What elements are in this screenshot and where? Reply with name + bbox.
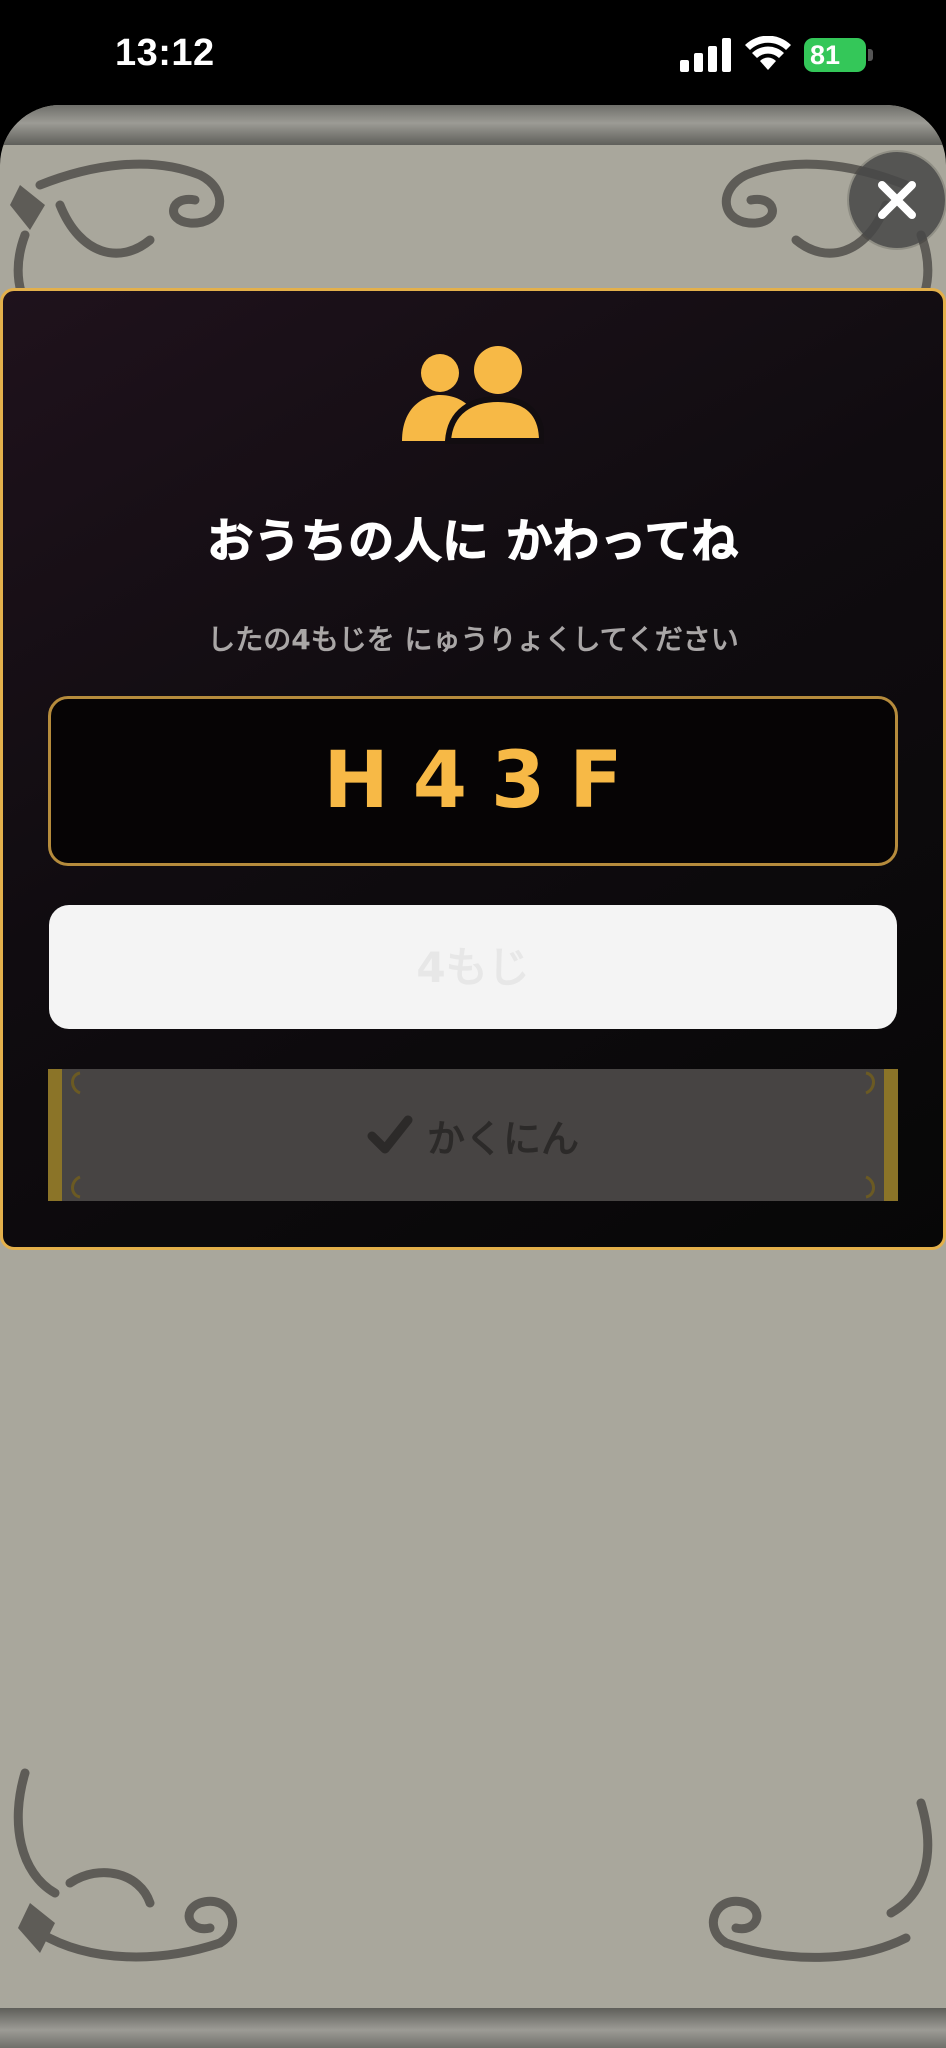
close-icon — [878, 181, 916, 219]
code-input[interactable] — [49, 905, 897, 1029]
close-button[interactable] — [849, 152, 945, 248]
check-icon — [367, 1115, 413, 1154]
scroll-ornament-bottom-right — [709, 1798, 933, 1962]
battery-level: 81 — [804, 38, 866, 72]
status-time: 13:12 — [115, 32, 215, 74]
battery-icon: 81 — [804, 38, 876, 72]
verification-code: H43F — [323, 736, 647, 826]
signal-icon — [680, 38, 731, 72]
sheet-top-frame — [0, 105, 946, 145]
modal-title: おうちの人に かわってね — [206, 513, 739, 569]
group-icon — [402, 346, 544, 444]
confirm-button[interactable]: かくにん — [48, 1069, 898, 1201]
battery-cap — [868, 49, 873, 61]
status-bar: 13:12 81 — [0, 0, 946, 105]
modal-subtitle: したの4もじを にゅうりょくしてください — [207, 623, 739, 656]
confirm-button-label: かくにん — [426, 1116, 579, 1161]
wifi-icon — [745, 36, 791, 70]
verification-code-box: H43F — [48, 696, 898, 866]
sheet-bottom-frame — [0, 2008, 946, 2048]
scroll-ornament-bottom-left — [13, 1768, 237, 1962]
